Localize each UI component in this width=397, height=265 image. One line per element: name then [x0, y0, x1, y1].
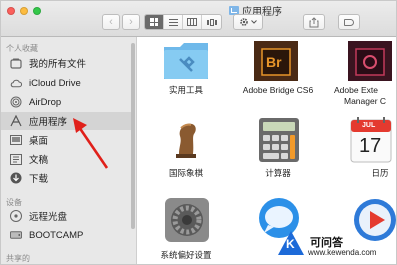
share-button[interactable]: [303, 14, 325, 30]
columns-icon: [187, 18, 197, 26]
drive-icon: [10, 229, 22, 241]
chevron-left-icon: ‹: [109, 16, 113, 28]
app-label: Adobe Bridge CS6: [242, 85, 314, 95]
desktop-icon: [10, 134, 22, 146]
app-label-line2: Manager C: [344, 96, 387, 106]
sidebar-item-icloud-drive[interactable]: iCloud Drive: [1, 74, 131, 92]
app-label: 日历: [371, 168, 389, 178]
action-menu-button[interactable]: [233, 14, 263, 30]
airdrop-icon: [10, 96, 22, 108]
section-heading-shared: 共享的: [6, 254, 30, 263]
sidebar-item-label: 桌面: [29, 136, 49, 147]
app-label: 计算器: [265, 168, 291, 178]
adobe-bridge-icon: Br: [254, 41, 298, 81]
sidebar-item-label: 文稿: [29, 155, 49, 166]
icon-view-button[interactable]: [145, 15, 164, 29]
view-mode-selector: [144, 14, 222, 30]
chevron-right-icon: ›: [129, 16, 133, 28]
sidebar-item-bootcamp[interactable]: BOOTCAMP: [1, 226, 131, 244]
adobe-extension-manager-icon: [348, 41, 392, 81]
sidebar-item-label: AirDrop: [29, 96, 62, 108]
toolbar: 应用程序 ‹ ›: [1, 1, 396, 37]
cover-flow-icon: [206, 18, 217, 26]
gear-icon: [240, 18, 248, 26]
app-item-utilities[interactable]: 实用工具: [138, 37, 234, 99]
sidebar-item-label: 远程光盘: [29, 212, 68, 223]
chevron-down-icon: [251, 20, 257, 24]
column-view-button[interactable]: [183, 15, 202, 29]
applications-icon: [10, 115, 22, 127]
cover-flow-button[interactable]: [202, 15, 221, 29]
app-item-adobe-extension-manager[interactable]: Adobe Exte Manager C: [334, 37, 396, 107]
annotation-arrow: [73, 118, 109, 169]
zoom-window-button[interactable]: [33, 7, 41, 15]
tag-icon: [344, 18, 354, 26]
app-label: 实用工具: [168, 85, 203, 95]
tags-button[interactable]: [338, 14, 360, 30]
app-item-adobe-bridge[interactable]: Br Adobe Bridge CS6: [230, 37, 326, 99]
section-heading-favorites: 个人收藏: [6, 44, 38, 53]
sidebar-item-label: iCloud Drive: [29, 77, 81, 89]
watermark: K 可问答 www.kewenda.com: [274, 223, 396, 264]
downloads-icon: [10, 172, 22, 184]
sidebar-scrollbar[interactable]: [131, 43, 135, 229]
calendar-day: 17: [359, 135, 382, 157]
sidebar-item-label: 下载: [29, 174, 49, 185]
app-item-calendar[interactable]: JUL 17 日历: [334, 114, 396, 180]
back-button[interactable]: ‹: [102, 14, 120, 30]
remote-disc-icon: [10, 210, 22, 222]
app-item-chess[interactable]: 国际象棋: [138, 114, 234, 180]
calculator-icon: [258, 117, 306, 163]
sidebar-item-all-files[interactable]: 我的所有文件: [1, 54, 131, 72]
watermark-url: www.kewenda.com: [308, 248, 377, 257]
sidebar-item-remote-disc[interactable]: 远程光盘: [1, 207, 131, 225]
share-icon: [309, 16, 319, 27]
app-label: Adobe Exte: [334, 85, 378, 95]
cloud-icon: [10, 77, 22, 89]
app-item-system-preferences[interactable]: 系统偏好设置: [138, 195, 234, 261]
system-preferences-icon: [164, 197, 212, 243]
adobe-bridge-icon-text: Br: [266, 54, 282, 70]
minimize-window-button[interactable]: [20, 7, 28, 15]
close-window-button[interactable]: [7, 7, 15, 15]
watermark-letter: K: [286, 237, 295, 251]
utilities-folder-icon: [162, 41, 210, 87]
list-view-button[interactable]: [164, 15, 183, 29]
chess-icon: [164, 116, 212, 162]
all-files-icon: [10, 57, 22, 69]
documents-icon: [10, 153, 22, 165]
list-icon: [168, 18, 178, 26]
app-item-calculator[interactable]: 计算器: [230, 114, 326, 180]
sidebar-item-label: 我的所有文件: [29, 59, 87, 70]
calendar-month: JUL: [362, 122, 376, 129]
calendar-icon: JUL 17: [350, 117, 394, 163]
sidebar-item-label: BOOTCAMP: [29, 229, 84, 241]
app-label: 系统偏好设置: [160, 250, 212, 260]
sidebar-item-airdrop[interactable]: AirDrop: [1, 93, 131, 111]
app-label: 国际象棋: [168, 168, 203, 178]
forward-button[interactable]: ›: [122, 14, 140, 30]
icon-grid-icon: [150, 18, 158, 26]
finder-window: 应用程序 ‹ › 个人收藏 我的所有文件 iCloud Drive AirDro…: [0, 0, 397, 265]
